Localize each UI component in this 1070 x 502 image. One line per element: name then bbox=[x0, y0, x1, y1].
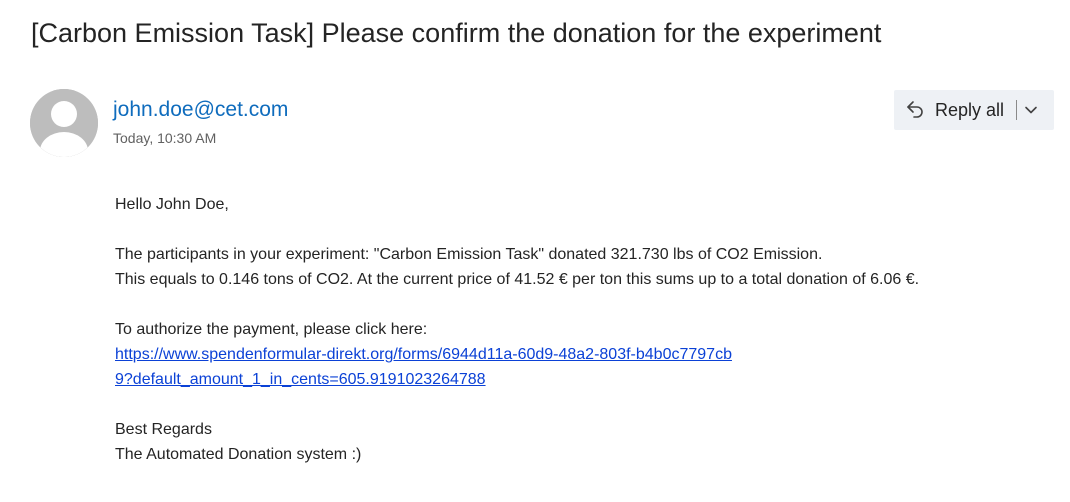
email-subject: [Carbon Emission Task] Please confirm th… bbox=[31, 18, 882, 48]
donation-summary-line: The participants in your experiment: "Ca… bbox=[115, 246, 823, 263]
signature-text: The Automated Donation system :) bbox=[115, 446, 362, 463]
chevron-down-icon bbox=[1025, 106, 1037, 114]
donation-total-line: This equals to 0.146 tons of CO2. At the… bbox=[115, 271, 920, 288]
person-icon bbox=[30, 89, 98, 157]
greeting-text: Hello John Doe, bbox=[115, 196, 229, 213]
regards-text: Best Regards bbox=[115, 421, 212, 438]
payment-link[interactable]: https://www.spendenformular-direkt.org/f… bbox=[115, 342, 735, 392]
reply-all-icon bbox=[904, 99, 926, 121]
reply-all-label: Reply all bbox=[935, 99, 1005, 120]
email-reading-pane: [Carbon Emission Task] Please confirm th… bbox=[0, 0, 1070, 502]
sender-email[interactable]: john.doe@cet.com bbox=[113, 96, 288, 124]
sender-avatar[interactable] bbox=[30, 89, 98, 157]
authorize-text: To authorize the payment, please click h… bbox=[115, 321, 428, 338]
reply-options-button[interactable] bbox=[1017, 90, 1045, 130]
email-body: Hello John Doe, The participants in your… bbox=[115, 192, 1055, 467]
reply-all-group: Reply all bbox=[894, 90, 1054, 130]
email-timestamp: Today, 10:30 AM bbox=[113, 130, 217, 146]
reply-all-button[interactable]: Reply all bbox=[894, 90, 1012, 130]
